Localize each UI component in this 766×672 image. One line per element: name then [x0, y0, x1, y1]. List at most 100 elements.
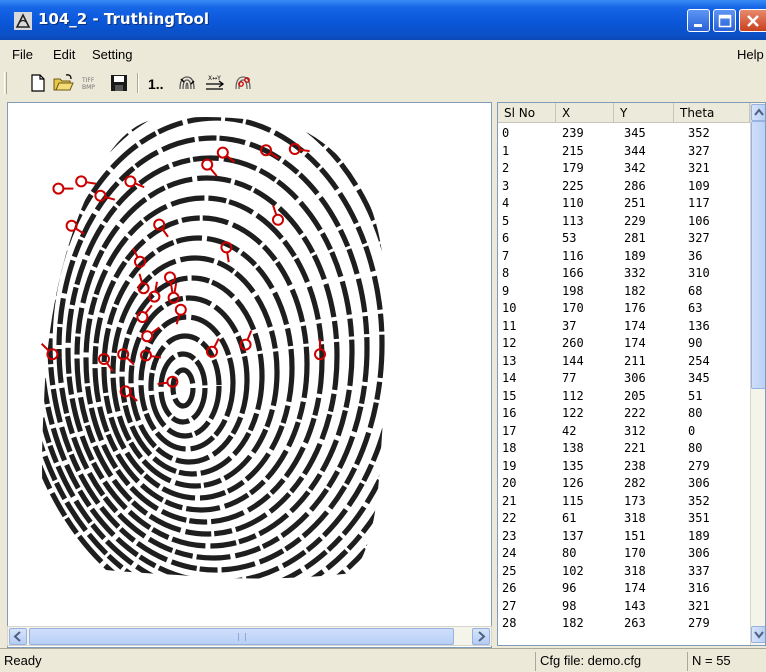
minutia-marker[interactable] — [52, 182, 74, 195]
fingerprint-button[interactable] — [176, 72, 198, 94]
cell-y: 176 — [624, 301, 646, 315]
cell-sl-no: 4 — [502, 196, 510, 210]
list-row[interactable]: 7 116 189 36 — [498, 248, 750, 266]
cell-theta: 51 — [688, 388, 703, 403]
fingerprint-image-pane[interactable] — [7, 102, 492, 648]
list-row[interactable]: 6 53 281 327 — [498, 230, 750, 248]
cell-theta: 327 — [688, 143, 710, 158]
list-row[interactable]: 5 113 229 106 — [498, 213, 750, 231]
vertical-scroll-thumb[interactable] — [751, 121, 765, 389]
list-row[interactable]: 24 80 170 306 — [498, 545, 750, 563]
list-row[interactable]: 27 98 143 321 — [498, 598, 750, 616]
horizontal-scrollbar[interactable] — [7, 626, 492, 646]
cell-x: 113 — [562, 213, 584, 228]
cell-theta: 345 — [688, 371, 710, 385]
cell-y: 312 — [624, 423, 646, 438]
list-row[interactable]: 20 126 282 306 — [498, 475, 750, 493]
column-header-x[interactable]: X — [556, 103, 614, 123]
list-row[interactable]: 18 138 221 80 — [498, 440, 750, 458]
list-row[interactable]: 19 135 238 279 — [498, 458, 750, 476]
list-row[interactable]: 3 225 286 109 — [498, 178, 750, 196]
list-row[interactable]: 14 77 306 345 — [498, 370, 750, 388]
list-row[interactable]: 21 115 173 352 — [498, 493, 750, 511]
list-row[interactable]: 10 170 176 63 — [498, 300, 750, 318]
cell-theta: 321 — [688, 161, 710, 175]
cell-sl-no: 6 — [502, 231, 510, 245]
list-row[interactable]: 2 179 342 321 — [498, 160, 750, 178]
list-row[interactable]: 0 239 345 352 — [498, 125, 750, 143]
cell-sl-no: 23 — [502, 528, 517, 543]
menu-help[interactable]: Help — [737, 47, 764, 62]
cell-theta: 36 — [688, 248, 703, 263]
swap-xy-button[interactable]: X↔Y — [204, 72, 226, 94]
save-button[interactable] — [108, 72, 130, 94]
list-row[interactable]: 12 260 174 90 — [498, 335, 750, 353]
cell-theta: 106 — [688, 213, 710, 228]
numbers-button[interactable]: 1.. — [148, 76, 164, 92]
list-header: Sl No X Y Theta — [498, 103, 750, 123]
status-text: Ready — [4, 653, 42, 668]
new-file-icon — [31, 74, 45, 92]
scroll-right-button[interactable] — [472, 628, 490, 645]
minutia-marker[interactable] — [201, 158, 218, 177]
list-row[interactable]: 16 122 222 80 — [498, 405, 750, 423]
cell-theta: 117 — [688, 196, 710, 210]
scroll-left-button[interactable] — [9, 628, 27, 645]
list-row[interactable]: 17 42 312 0 — [498, 423, 750, 441]
list-row[interactable]: 28 182 263 279 — [498, 615, 750, 633]
menu-file[interactable]: File — [12, 47, 33, 62]
minutia-marker[interactable] — [75, 175, 97, 188]
cell-y: 318 — [624, 511, 646, 525]
list-row[interactable]: 15 112 205 51 — [498, 388, 750, 406]
toolbar-grip[interactable] — [4, 72, 7, 94]
open-folder-button[interactable] — [52, 72, 74, 94]
maximize-button[interactable] — [713, 9, 736, 32]
cell-y: 229 — [624, 213, 646, 228]
vertical-scrollbar[interactable] — [750, 103, 765, 645]
minutiae-list[interactable]: Sl No X Y Theta 0 239 345 352 1 215 344 327 2 179… — [497, 102, 766, 646]
app-icon[interactable] — [14, 12, 32, 30]
menu-edit[interactable]: Edit — [53, 47, 75, 62]
list-row[interactable]: 8 166 332 310 — [498, 265, 750, 283]
minutia-marker[interactable] — [288, 143, 310, 155]
list-row[interactable]: 11 37 174 136 — [498, 318, 750, 336]
cell-x: 116 — [562, 248, 584, 263]
minutia-marker[interactable] — [65, 219, 85, 235]
fingerprint-minutiae-button[interactable] — [232, 72, 254, 94]
scroll-down-button[interactable] — [751, 626, 765, 643]
cell-y: 286 — [624, 178, 646, 193]
list-row[interactable]: 4 110 251 117 — [498, 195, 750, 213]
column-header-theta[interactable]: Theta — [674, 103, 750, 123]
column-header-sl-no[interactable]: Sl No — [498, 103, 556, 123]
cell-y: 238 — [624, 458, 646, 473]
list-row[interactable]: 23 137 151 189 — [498, 528, 750, 546]
fingerprint-image[interactable] — [8, 103, 492, 627]
new-file-button[interactable] — [27, 72, 49, 94]
list-row[interactable]: 1 215 344 327 — [498, 143, 750, 161]
cell-sl-no: 11 — [502, 318, 517, 333]
cell-x: 137 — [562, 528, 584, 543]
minimize-button[interactable] — [687, 9, 710, 32]
cell-sl-no: 15 — [502, 388, 517, 403]
cell-y: 345 — [624, 126, 646, 140]
horizontal-scroll-thumb[interactable] — [29, 628, 454, 645]
column-header-y[interactable]: Y — [614, 103, 674, 123]
minutia-marker[interactable] — [174, 303, 187, 325]
list-row[interactable]: 25 102 318 337 — [498, 563, 750, 581]
cell-sl-no: 3 — [502, 178, 510, 193]
cell-x: 80 — [562, 546, 577, 560]
cell-y: 344 — [624, 143, 646, 158]
close-button[interactable] — [739, 9, 766, 32]
list-row[interactable]: 26 96 174 316 — [498, 580, 750, 598]
cell-x: 77 — [562, 371, 577, 385]
cell-y: 151 — [624, 528, 646, 543]
minutia-marker[interactable] — [239, 330, 253, 351]
list-row[interactable]: 9 198 182 68 — [498, 283, 750, 301]
cell-sl-no: 9 — [502, 283, 510, 298]
list-row[interactable]: 13 144 211 254 — [498, 353, 750, 371]
scroll-up-button[interactable] — [751, 104, 765, 121]
tiff-bmp-button[interactable]: TIFF BMP — [79, 72, 101, 94]
menu-setting[interactable]: Setting — [92, 47, 132, 62]
list-row[interactable]: 22 61 318 351 — [498, 510, 750, 528]
title-bar[interactable]: 104_2 - TruthingTool — [0, 0, 766, 40]
